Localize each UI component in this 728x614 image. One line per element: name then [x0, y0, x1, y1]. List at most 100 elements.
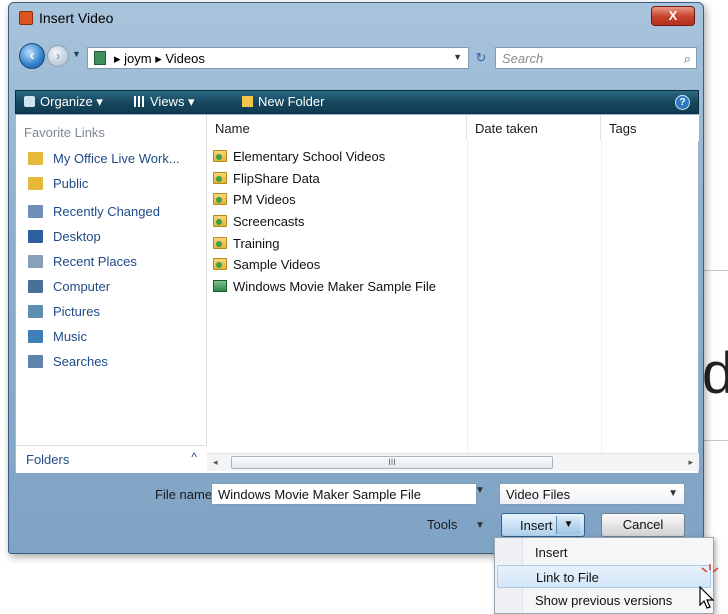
- computer-icon: [28, 280, 43, 293]
- column-header-name[interactable]: Name: [207, 115, 467, 141]
- file-name: FlipShare Data: [233, 171, 320, 186]
- nav-item-public[interactable]: Public: [28, 176, 88, 196]
- search-folder-icon: [28, 355, 43, 368]
- scroll-left-icon[interactable]: ◂: [213, 457, 218, 468]
- app-icon: [19, 11, 33, 25]
- recent-icon: [28, 205, 43, 218]
- nav-item-label: Desktop: [53, 229, 101, 244]
- file-row[interactable]: Training: [213, 236, 279, 256]
- nav-item-label: Music: [53, 329, 87, 344]
- chevron-down-icon: ▼: [668, 488, 678, 499]
- views-menu[interactable]: Views ▾: [134, 94, 195, 110]
- nav-item-pictures[interactable]: Pictures: [28, 304, 100, 324]
- nav-item-computer[interactable]: Computer: [28, 279, 110, 299]
- forward-button[interactable]: ›: [47, 45, 69, 67]
- column-divider: [467, 141, 468, 453]
- command-toolbar: Organize ▾ Views ▾ New Folder ?: [15, 90, 699, 114]
- folder-icon: [213, 172, 227, 184]
- horizontal-scrollbar[interactable]: ◂ III ▸: [207, 453, 699, 471]
- folder-icon: [28, 152, 43, 165]
- column-header-tags[interactable]: Tags: [601, 115, 699, 141]
- address-bar[interactable]: ▸ joym ▸ Videos ▼: [87, 47, 469, 69]
- file-name: PM Videos: [233, 192, 296, 207]
- folder-icon: [28, 177, 43, 190]
- file-row[interactable]: Sample Videos: [213, 257, 320, 277]
- nav-item-recently-changed[interactable]: Recently Changed: [28, 204, 160, 224]
- scroll-right-icon[interactable]: ▸: [688, 457, 693, 468]
- menu-item-show-previous-versions[interactable]: Show previous versions: [497, 589, 711, 612]
- insert-dropdown-arrow[interactable]: ▼: [556, 516, 580, 534]
- organize-menu[interactable]: Organize ▾: [24, 94, 103, 110]
- file-name-label: File name:: [155, 487, 216, 502]
- views-icon: [134, 96, 145, 107]
- video-file-icon: [213, 280, 227, 292]
- window-title: Insert Video: [39, 10, 114, 26]
- file-row[interactable]: Screencasts: [213, 214, 305, 234]
- folders-label: Folders: [26, 452, 70, 467]
- folder-icon: [213, 237, 227, 249]
- menu-item-insert[interactable]: Insert: [497, 541, 711, 564]
- new-folder-button[interactable]: New Folder: [242, 94, 324, 109]
- recent-pages-dropdown[interactable]: ▼: [72, 49, 81, 59]
- chevron-up-icon[interactable]: ^: [191, 450, 197, 464]
- refresh-icon[interactable]: ↻: [471, 47, 491, 69]
- file-name: Training: [233, 236, 280, 251]
- nav-item-label: Recently Changed: [53, 204, 160, 219]
- nav-item-label: Public: [53, 176, 89, 191]
- file-row[interactable]: Elementary School Videos: [213, 149, 385, 169]
- folder-icon: [213, 150, 227, 162]
- close-button[interactable]: X: [651, 6, 695, 26]
- folder-location-icon: [94, 51, 106, 65]
- scroll-thumb[interactable]: III: [231, 456, 553, 469]
- insert-options-menu: Insert Link to File Show previous versio…: [494, 537, 714, 614]
- places-icon: [28, 255, 43, 268]
- insert-button-label[interactable]: Insert: [520, 518, 553, 533]
- nav-item-searches[interactable]: Searches: [28, 354, 108, 374]
- insert-video-dialog: Insert Video X ‹ › ▼ ▸ joym ▸ Videos ▼ ↻…: [8, 2, 704, 554]
- file-type-value: Video Files: [506, 487, 571, 502]
- file-name-dropdown-icon[interactable]: ▼: [475, 485, 485, 496]
- title-bar[interactable]: Insert Video X: [9, 3, 703, 33]
- column-divider: [601, 141, 602, 453]
- file-type-select[interactable]: Video Files ▼: [499, 483, 685, 505]
- search-box[interactable]: Search ⌕: [495, 47, 697, 69]
- search-placeholder: Search: [502, 51, 544, 66]
- views-label: Views ▾: [150, 94, 195, 109]
- file-name-input[interactable]: Windows Movie Maker Sample File: [211, 483, 477, 505]
- nav-item-label: Recent Places: [53, 254, 137, 269]
- file-row[interactable]: Windows Movie Maker Sample File: [213, 279, 436, 299]
- insert-split-button[interactable]: Insert ▼: [501, 513, 585, 537]
- file-list: Name Date taken Tags Elementary School V…: [207, 115, 699, 473]
- pictures-icon: [28, 305, 43, 318]
- file-name: Screencasts: [233, 214, 305, 229]
- mouse-pointer-icon: [699, 586, 715, 609]
- folder-icon: [213, 193, 227, 205]
- click-indicator-icon: [701, 564, 719, 573]
- nav-item-recent-places[interactable]: Recent Places: [28, 254, 137, 274]
- tools-button[interactable]: Tools: [427, 517, 457, 532]
- navigation-pane: Favorite Links My Office Live Work... Pu…: [15, 115, 207, 445]
- favorite-links-header: Favorite Links: [24, 125, 105, 140]
- folders-toggle[interactable]: Folders ^: [15, 445, 207, 473]
- folder-icon: [213, 215, 227, 227]
- menu-item-link-to-file[interactable]: Link to File: [497, 565, 711, 588]
- help-icon[interactable]: ?: [675, 95, 690, 110]
- nav-item-label: Computer: [53, 279, 111, 294]
- nav-item-my-office-live[interactable]: My Office Live Work...: [28, 151, 180, 171]
- document-letter: d: [702, 341, 728, 406]
- nav-item-music[interactable]: Music: [28, 329, 87, 349]
- tools-dropdown-icon[interactable]: ▼: [475, 520, 485, 531]
- address-dropdown-icon[interactable]: ▼: [453, 52, 462, 62]
- search-icon[interactable]: ⌕: [684, 51, 691, 67]
- file-name: Windows Movie Maker Sample File: [233, 279, 437, 294]
- file-row[interactable]: PM Videos: [213, 192, 296, 212]
- file-row[interactable]: FlipShare Data: [213, 171, 320, 191]
- cancel-button[interactable]: Cancel: [601, 513, 685, 537]
- column-header-date-taken[interactable]: Date taken: [467, 115, 601, 141]
- address-row: ‹ › ▼ ▸ joym ▸ Videos ▼ ↻ Search ⌕: [13, 39, 699, 73]
- file-name: Elementary School Videos: [233, 149, 386, 164]
- back-button[interactable]: ‹: [19, 43, 45, 69]
- file-name: Sample Videos: [233, 257, 321, 272]
- nav-item-label: Searches: [53, 354, 108, 369]
- nav-item-desktop[interactable]: Desktop: [28, 229, 101, 249]
